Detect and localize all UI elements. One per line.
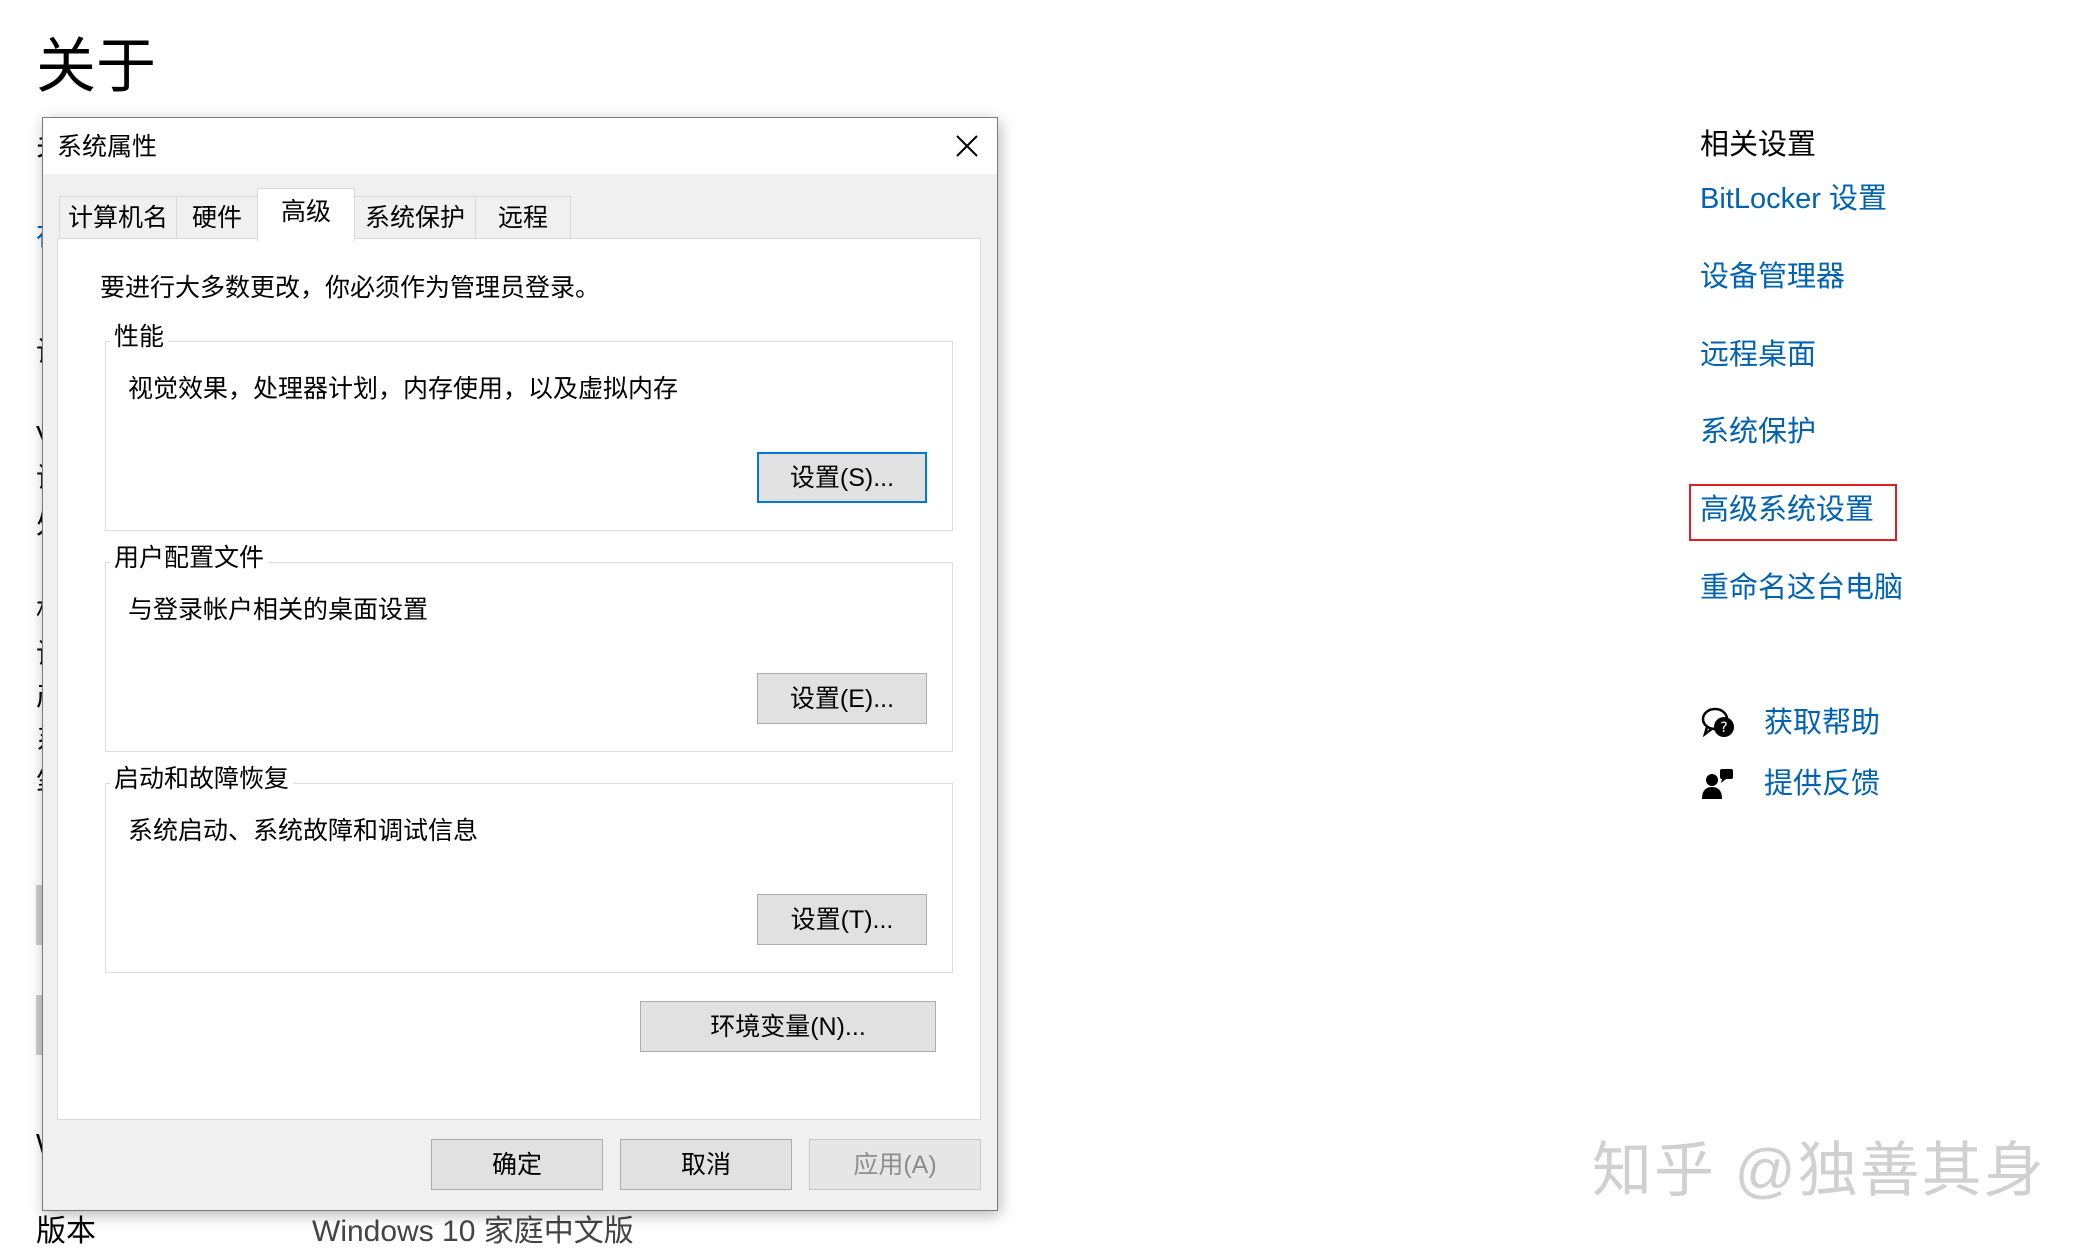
performance-legend: 性能 xyxy=(110,322,169,352)
page-title: 关于 xyxy=(36,33,156,100)
admin-notice: 要进行大多数更改，你必须作为管理员登录。 xyxy=(100,274,601,302)
dialog-titlebar[interactable]: 系统属性 xyxy=(43,118,997,174)
startup-recovery-group: 启动和故障恢复 系统启动、系统故障和调试信息 设置(T)... xyxy=(105,764,953,973)
rename-pc-link[interactable]: 重命名这台电脑 xyxy=(1700,570,1903,606)
dialog-title: 系统属性 xyxy=(57,133,158,161)
advanced-tab-panel: 要进行大多数更改，你必须作为管理员登录。 性能 视觉效果，处理器计划，内存使用，… xyxy=(57,238,981,1120)
user-profiles-settings-button[interactable]: 设置(E)... xyxy=(757,673,927,724)
user-profiles-group: 用户配置文件 与登录帐户相关的桌面设置 设置(E)... xyxy=(105,543,953,752)
version-value: Windows 10 家庭中文版 xyxy=(312,1215,634,1248)
performance-settings-button[interactable]: 设置(S)... xyxy=(757,452,927,503)
give-feedback-link[interactable]: 提供反馈 xyxy=(1700,764,1880,804)
system-protection-link[interactable]: 系统保护 xyxy=(1700,414,1816,450)
bitlocker-settings-link[interactable]: BitLocker 设置 xyxy=(1700,181,1887,217)
highlight-box xyxy=(1689,484,1897,541)
startup-recovery-description: 系统启动、系统故障和调试信息 xyxy=(128,817,479,845)
get-help-link[interactable]: ? 获取帮助 xyxy=(1700,703,1880,743)
ok-button[interactable]: 确定 xyxy=(431,1139,603,1190)
version-label: 版本 xyxy=(36,1215,96,1248)
tab-advanced[interactable]: 高级 xyxy=(257,188,355,241)
user-profiles-legend: 用户配置文件 xyxy=(110,543,269,573)
related-settings-heading: 相关设置 xyxy=(1700,129,1817,161)
watermark: 知乎 @独善其身 xyxy=(1592,1137,2046,1204)
startup-recovery-legend: 启动和故障恢复 xyxy=(110,764,294,794)
give-feedback-label: 提供反馈 xyxy=(1764,768,1881,800)
tab-computer-name[interactable]: 计算机名 xyxy=(59,196,177,238)
environment-variables-button[interactable]: 环境变量(N)... xyxy=(640,1001,936,1052)
startup-recovery-settings-button[interactable]: 设置(T)... xyxy=(757,894,927,945)
tab-system-protection[interactable]: 系统保护 xyxy=(354,196,476,238)
performance-group: 性能 视觉效果，处理器计划，内存使用，以及虚拟内存 设置(S)... xyxy=(105,322,953,531)
performance-description: 视觉效果，处理器计划，内存使用，以及虚拟内存 xyxy=(128,375,679,403)
system-properties-dialog: 系统属性 计算机名 硬件 高级 系统保护 远程 要进行大多数更改，你必须作为管理… xyxy=(42,117,998,1211)
cancel-button[interactable]: 取消 xyxy=(620,1139,792,1190)
chat-help-icon: ? xyxy=(1700,705,1736,741)
remote-desktop-link[interactable]: 远程桌面 xyxy=(1700,337,1816,373)
tab-hardware[interactable]: 硬件 xyxy=(176,196,258,238)
close-icon xyxy=(956,135,978,157)
feedback-person-icon xyxy=(1700,766,1736,802)
apply-button[interactable]: 应用(A) xyxy=(809,1139,981,1190)
user-profiles-description: 与登录帐户相关的桌面设置 xyxy=(128,596,429,624)
svg-text:?: ? xyxy=(1720,720,1727,736)
device-manager-link[interactable]: 设备管理器 xyxy=(1700,259,1845,295)
tab-remote[interactable]: 远程 xyxy=(475,196,571,238)
close-button[interactable] xyxy=(937,118,997,174)
get-help-label: 获取帮助 xyxy=(1764,707,1881,739)
